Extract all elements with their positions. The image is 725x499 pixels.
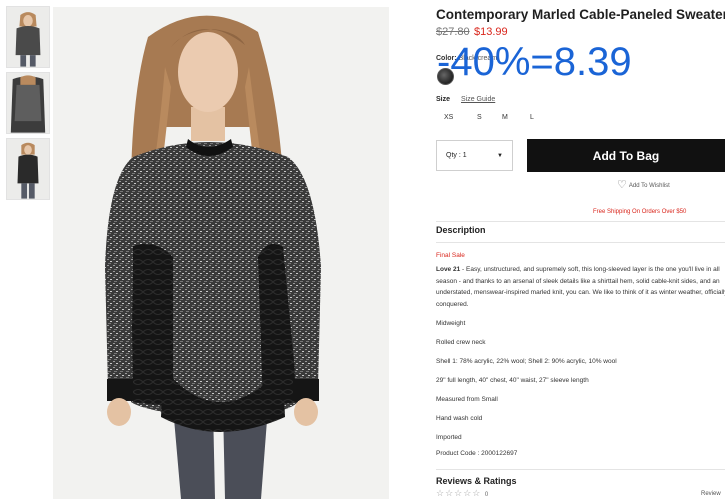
- description-brand: Love 21: [436, 266, 461, 273]
- discount-overlay: -40%=8.39: [437, 40, 632, 84]
- product-code: Product Code : 2000122697: [436, 450, 518, 457]
- description-body: Love 21 - Easy, unstructured, and suprem…: [436, 264, 725, 310]
- size-label: Size: [436, 96, 451, 103]
- review-count: 0: [484, 492, 489, 498]
- reviews-heading: Reviews & Ratings: [436, 476, 517, 486]
- divider: [436, 469, 725, 470]
- size-guide-link[interactable]: Size Guide: [461, 96, 495, 103]
- detail-item: 29" full length, 40" chest, 40" waist, 2…: [436, 377, 589, 384]
- final-sale-label: Final Sale: [436, 252, 465, 259]
- quantity-select[interactable]: Qty : 1 ▼: [436, 140, 513, 171]
- detail-item: Measured from Small: [436, 396, 498, 403]
- divider: [436, 242, 725, 243]
- detail-item: Rolled crew neck: [436, 339, 486, 346]
- chevron-down-icon: ▼: [497, 152, 503, 159]
- write-review-link[interactable]: Review: [701, 491, 721, 497]
- description-heading: Description: [436, 225, 486, 235]
- thumbnail-side[interactable]: [6, 138, 50, 200]
- size-option-m[interactable]: M: [502, 114, 508, 121]
- rating-stars: ☆☆☆☆☆ 0: [436, 488, 488, 499]
- heart-icon: ♡: [617, 179, 627, 191]
- quantity-value: Qty : 1: [446, 152, 467, 159]
- thumbnail-list: [6, 6, 50, 204]
- size-option-l[interactable]: L: [530, 114, 534, 121]
- add-to-wishlist[interactable]: ♡ Add To Wishlist: [617, 180, 670, 191]
- size-option-xs[interactable]: XS: [444, 114, 453, 121]
- divider: [436, 221, 725, 222]
- star-icon: ☆☆☆☆☆: [436, 488, 482, 498]
- detail-item: Imported: [436, 434, 462, 441]
- product-main-image: [53, 7, 389, 499]
- wishlist-label: Add To Wishlist: [628, 182, 670, 189]
- size-option-s[interactable]: S: [477, 114, 482, 121]
- detail-item: Hand wash cold: [436, 415, 483, 422]
- detail-item: Midweight: [436, 320, 466, 327]
- thumbnail-closeup[interactable]: [6, 72, 50, 134]
- description-text: - Easy, unstructured, and supremely soft…: [436, 266, 725, 308]
- add-to-bag-button[interactable]: Add To Bag: [527, 139, 725, 172]
- thumbnail-front[interactable]: [6, 6, 50, 68]
- product-title: Contemporary Marled Cable-Paneled Sweate…: [436, 7, 725, 22]
- detail-item: Shell 1: 78% acrylic, 22% wool; Shell 2:…: [436, 358, 617, 365]
- original-price: $27.80: [436, 26, 470, 38]
- sale-price: $13.99: [474, 26, 508, 38]
- shipping-promo: Free Shipping On Orders Over $50: [593, 209, 687, 215]
